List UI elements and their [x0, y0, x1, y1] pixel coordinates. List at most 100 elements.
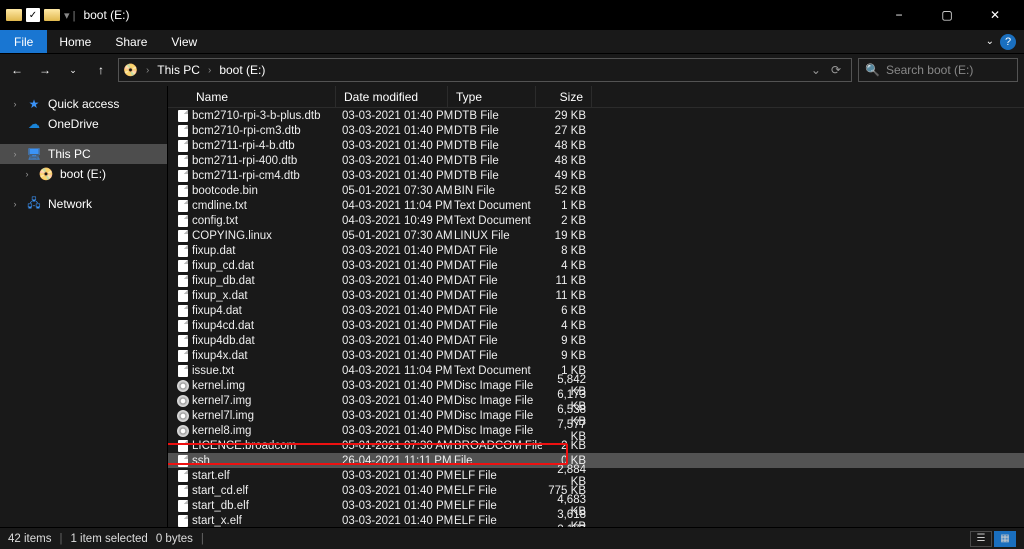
sidebar-item-quick-access[interactable]: ›★Quick access	[0, 94, 167, 114]
file-icon	[178, 170, 188, 182]
file-icon	[178, 455, 188, 467]
col-date[interactable]: Date modified	[336, 86, 448, 107]
refresh-icon[interactable]: ⟳	[831, 63, 841, 77]
sidebar-item-network[interactable]: ›🖧Network	[0, 194, 167, 214]
file-row[interactable]: fixup4db.dat03-03-2021 01:40 PMDAT File9…	[168, 333, 1024, 348]
file-icon	[178, 305, 188, 317]
qat-separator: ▾ |	[64, 9, 75, 22]
file-row[interactable]: bcm2711-rpi-400.dtb03-03-2021 01:40 PMDT…	[168, 153, 1024, 168]
file-icon	[178, 230, 188, 242]
file-row[interactable]: kernel7l.img03-03-2021 01:40 PMDisc Imag…	[168, 408, 1024, 423]
file-icon	[178, 500, 188, 512]
file-row[interactable]: ssh26-04-2021 11:11 PMFile0 KB	[168, 453, 1024, 468]
window-title: boot (E:)	[83, 8, 129, 22]
file-row[interactable]: kernel8.img03-03-2021 01:40 PMDisc Image…	[168, 423, 1024, 438]
file-icon	[178, 260, 188, 272]
nav-pane: ›★Quick access☁OneDrive ›🖥This PC›📀boot (…	[0, 86, 168, 527]
tab-home[interactable]: Home	[47, 30, 103, 53]
col-name[interactable]: Name	[168, 86, 336, 107]
file-icon	[178, 245, 188, 257]
column-headers: Name Date modified Type Size	[168, 86, 1024, 108]
file-row[interactable]: bcm2710-rpi-3-b-plus.dtb03-03-2021 01:40…	[168, 108, 1024, 123]
file-icon	[178, 275, 188, 287]
crumb-this-pc[interactable]: This PC	[157, 63, 200, 77]
file-row[interactable]: start.elf03-03-2021 01:40 PMELF File2,88…	[168, 468, 1024, 483]
view-large-button[interactable]: ▦	[994, 531, 1016, 547]
file-row[interactable]: cmdline.txt04-03-2021 11:04 PMText Docum…	[168, 198, 1024, 213]
crumb-boot[interactable]: boot (E:)	[219, 63, 265, 77]
ribbon: File Home Share View ⌄ ?	[0, 30, 1024, 54]
search-icon: 🔍	[865, 63, 880, 77]
view-details-button[interactable]: ☰	[970, 531, 992, 547]
file-icon	[178, 320, 188, 332]
folder-icon	[6, 9, 22, 21]
file-row[interactable]: bootcode.bin05-01-2021 07:30 AMBIN File5…	[168, 183, 1024, 198]
file-row[interactable]: bcm2710-rpi-cm3.dtb03-03-2021 01:40 PMDT…	[168, 123, 1024, 138]
file-row[interactable]: config.txt04-03-2021 10:49 PMText Docume…	[168, 213, 1024, 228]
file-icon	[178, 335, 188, 347]
col-size[interactable]: Size	[536, 86, 592, 107]
file-icon	[178, 485, 188, 497]
file-row[interactable]: fixup_cd.dat03-03-2021 01:40 PMDAT File4…	[168, 258, 1024, 273]
file-list[interactable]: bcm2710-rpi-3-b-plus.dtb03-03-2021 01:40…	[168, 108, 1024, 527]
file-icon	[178, 200, 188, 212]
tab-share[interactable]: Share	[103, 30, 159, 53]
search-box[interactable]: 🔍 Search boot (E:)	[858, 58, 1018, 82]
file-row[interactable]: bcm2711-rpi-4-b.dtb03-03-2021 01:40 PMDT…	[168, 138, 1024, 153]
forward-button[interactable]: →	[34, 59, 56, 81]
status-bytes: 0 bytes	[156, 533, 193, 545]
back-button[interactable]: ←	[6, 59, 28, 81]
file-row[interactable]: fixup_x.dat03-03-2021 01:40 PMDAT File11…	[168, 288, 1024, 303]
file-menu[interactable]: File	[0, 30, 47, 53]
file-icon	[178, 515, 188, 527]
file-row[interactable]: fixup4x.dat03-03-2021 01:40 PMDAT File9 …	[168, 348, 1024, 363]
drive-icon: 📀	[123, 63, 138, 77]
file-row[interactable]: COPYING.linux05-01-2021 07:30 AMLINUX Fi…	[168, 228, 1024, 243]
file-row[interactable]: fixup_db.dat03-03-2021 01:40 PMDAT File1…	[168, 273, 1024, 288]
titlebar: ✓ ▾ | boot (E:) − ▢ ✕	[0, 0, 1024, 30]
close-button[interactable]: ✕	[980, 8, 1010, 22]
status-bar: 42 items | 1 item selected 0 bytes | ☰ ▦	[0, 527, 1024, 549]
file-row[interactable]: kernel.img03-03-2021 01:40 PMDisc Image …	[168, 378, 1024, 393]
file-row[interactable]: bcm2711-rpi-cm4.dtb03-03-2021 01:40 PMDT…	[168, 168, 1024, 183]
file-row[interactable]: kernel7.img03-03-2021 01:40 PMDisc Image…	[168, 393, 1024, 408]
dropdown-icon[interactable]: ⌄	[811, 63, 821, 77]
file-icon	[178, 110, 188, 122]
file-icon	[178, 365, 188, 377]
file-row[interactable]: start_db.elf03-03-2021 01:40 PMELF File4…	[168, 498, 1024, 513]
expand-ribbon-icon[interactable]: ⌄	[986, 36, 994, 47]
search-placeholder: Search boot (E:)	[886, 63, 973, 77]
file-row[interactable]: start_x.elf03-03-2021 01:40 PMELF File3,…	[168, 513, 1024, 527]
sidebar-item-this-pc[interactable]: ›🖥This PC	[0, 144, 167, 164]
file-row[interactable]: fixup4cd.dat03-03-2021 01:40 PMDAT File4…	[168, 318, 1024, 333]
file-icon	[178, 470, 188, 482]
disc-icon	[177, 425, 189, 437]
folder-icon	[44, 9, 60, 21]
minimize-button[interactable]: −	[884, 8, 914, 22]
file-row[interactable]: issue.txt04-03-2021 11:04 PMText Documen…	[168, 363, 1024, 378]
disc-icon	[177, 395, 189, 407]
file-icon	[178, 140, 188, 152]
file-icon	[178, 290, 188, 302]
disc-icon	[177, 380, 189, 392]
file-icon	[178, 215, 188, 227]
sidebar-item-onedrive[interactable]: ☁OneDrive	[0, 114, 167, 134]
up-button[interactable]: ↑	[90, 59, 112, 81]
tab-view[interactable]: View	[159, 30, 209, 53]
file-icon	[178, 350, 188, 362]
file-icon	[178, 155, 188, 167]
help-icon[interactable]: ?	[1000, 34, 1016, 50]
checkbox-icon[interactable]: ✓	[26, 8, 40, 22]
file-row[interactable]: fixup4.dat03-03-2021 01:40 PMDAT File6 K…	[168, 303, 1024, 318]
file-row[interactable]: start_cd.elf03-03-2021 01:40 PMELF File7…	[168, 483, 1024, 498]
file-row[interactable]: fixup.dat03-03-2021 01:40 PMDAT File8 KB	[168, 243, 1024, 258]
maximize-button[interactable]: ▢	[932, 8, 962, 22]
col-type[interactable]: Type	[448, 86, 536, 107]
file-icon	[178, 185, 188, 197]
sidebar-item-boot-e-[interactable]: ›📀boot (E:)	[0, 164, 167, 184]
file-icon	[178, 440, 188, 452]
address-bar[interactable]: 📀 › This PC › boot (E:) ⌄ ⟳	[118, 58, 852, 82]
recent-button[interactable]: ⌄	[62, 59, 84, 81]
status-items: 42 items	[8, 533, 51, 545]
file-row[interactable]: LICENCE.broadcom05-01-2021 07:30 AMBROAD…	[168, 438, 1024, 453]
